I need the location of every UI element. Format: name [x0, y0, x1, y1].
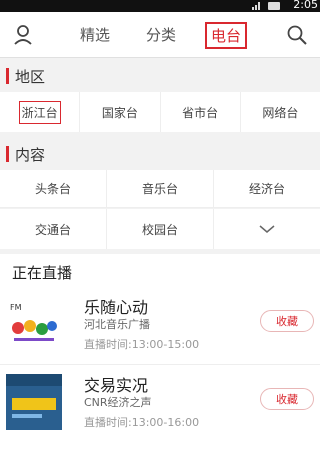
content-item-traffic[interactable]: 交通台 — [0, 209, 107, 249]
content-item-headline[interactable]: 头条台 — [0, 170, 107, 207]
section-marker — [6, 146, 9, 162]
tab-radio[interactable]: 电台 — [205, 22, 248, 49]
favorite-button[interactable]: 收藏 — [260, 310, 314, 332]
divider — [0, 364, 320, 365]
content-item-label: 头条台 — [34, 182, 71, 196]
content-item-music[interactable]: 音乐台 — [107, 170, 214, 207]
content-item-label: 音乐台 — [141, 182, 178, 196]
broadcast-time: 直播时间:13:00-16:00 — [84, 416, 200, 429]
content-section-header: 内容 — [0, 138, 320, 170]
content-title: 内容 — [15, 145, 46, 164]
station-logo-image — [6, 374, 62, 430]
content-item-campus[interactable]: 校园台 — [107, 209, 214, 249]
region-title: 地区 — [15, 67, 46, 86]
live-now-title: 正在直播 — [12, 264, 73, 282]
region-item-label: 浙江台 — [18, 100, 61, 124]
content-item-label: 交通台 — [34, 222, 71, 237]
svg-text:FM: FM — [10, 303, 22, 312]
content-item-label: 校园台 — [141, 222, 178, 237]
expand-more-button[interactable] — [214, 209, 320, 249]
chevron-down-icon — [259, 225, 275, 233]
content-item-economy[interactable]: 经济台 — [214, 170, 320, 207]
list-item[interactable]: 交易实况 CNR经济之声 直播时间:13:00-16:00 收藏 — [0, 368, 320, 442]
top-navigation: 精选 分类 电台 — [0, 12, 320, 58]
region-item-zhejiang[interactable]: 浙江台 — [0, 92, 81, 132]
content-grid-row-1: 头条台 音乐台 经济台 — [0, 170, 320, 208]
live-now-panel: 正在直播 FM 乐随心动 河北音乐广播 直播时间:13:00-15:00 收藏 — [0, 254, 320, 456]
region-item-national[interactable]: 国家台 — [80, 92, 161, 132]
list-item[interactable]: FM 乐随心动 河北音乐广播 直播时间:13:00-15:00 收藏 — [0, 290, 320, 364]
region-item-network[interactable]: 网络台 — [241, 92, 320, 132]
region-grid: 浙江台 国家台 省市台 网络台 — [0, 92, 320, 132]
station-logo-image: FM — [6, 296, 62, 352]
station-name: CNR经济之声 — [84, 396, 152, 409]
tab-category[interactable]: 分类 — [146, 24, 176, 45]
tab-featured[interactable]: 精选 — [80, 24, 110, 45]
search-icon[interactable] — [284, 22, 310, 48]
region-item-provincial[interactable]: 省市台 — [161, 92, 241, 132]
profile-icon[interactable] — [10, 22, 36, 48]
program-title: 交易实况 — [84, 376, 149, 395]
status-time: 2:05 — [293, 0, 318, 11]
region-item-label: 国家台 — [101, 105, 138, 120]
battery-icon — [268, 2, 280, 10]
region-section-header: 地区 — [0, 60, 320, 92]
content-grid-row-2: 交通台 校园台 — [0, 209, 320, 249]
status-bar: 2:05 — [0, 0, 320, 12]
program-title: 乐随心动 — [84, 298, 149, 317]
region-item-label: 网络台 — [262, 105, 299, 120]
content-item-label: 经济台 — [248, 182, 285, 196]
station-name: 河北音乐广播 — [84, 318, 150, 331]
broadcast-time: 直播时间:13:00-15:00 — [84, 338, 200, 351]
favorite-button[interactable]: 收藏 — [260, 388, 314, 410]
signal-icon — [252, 2, 262, 10]
section-marker — [6, 68, 9, 84]
region-item-label: 省市台 — [182, 105, 219, 120]
